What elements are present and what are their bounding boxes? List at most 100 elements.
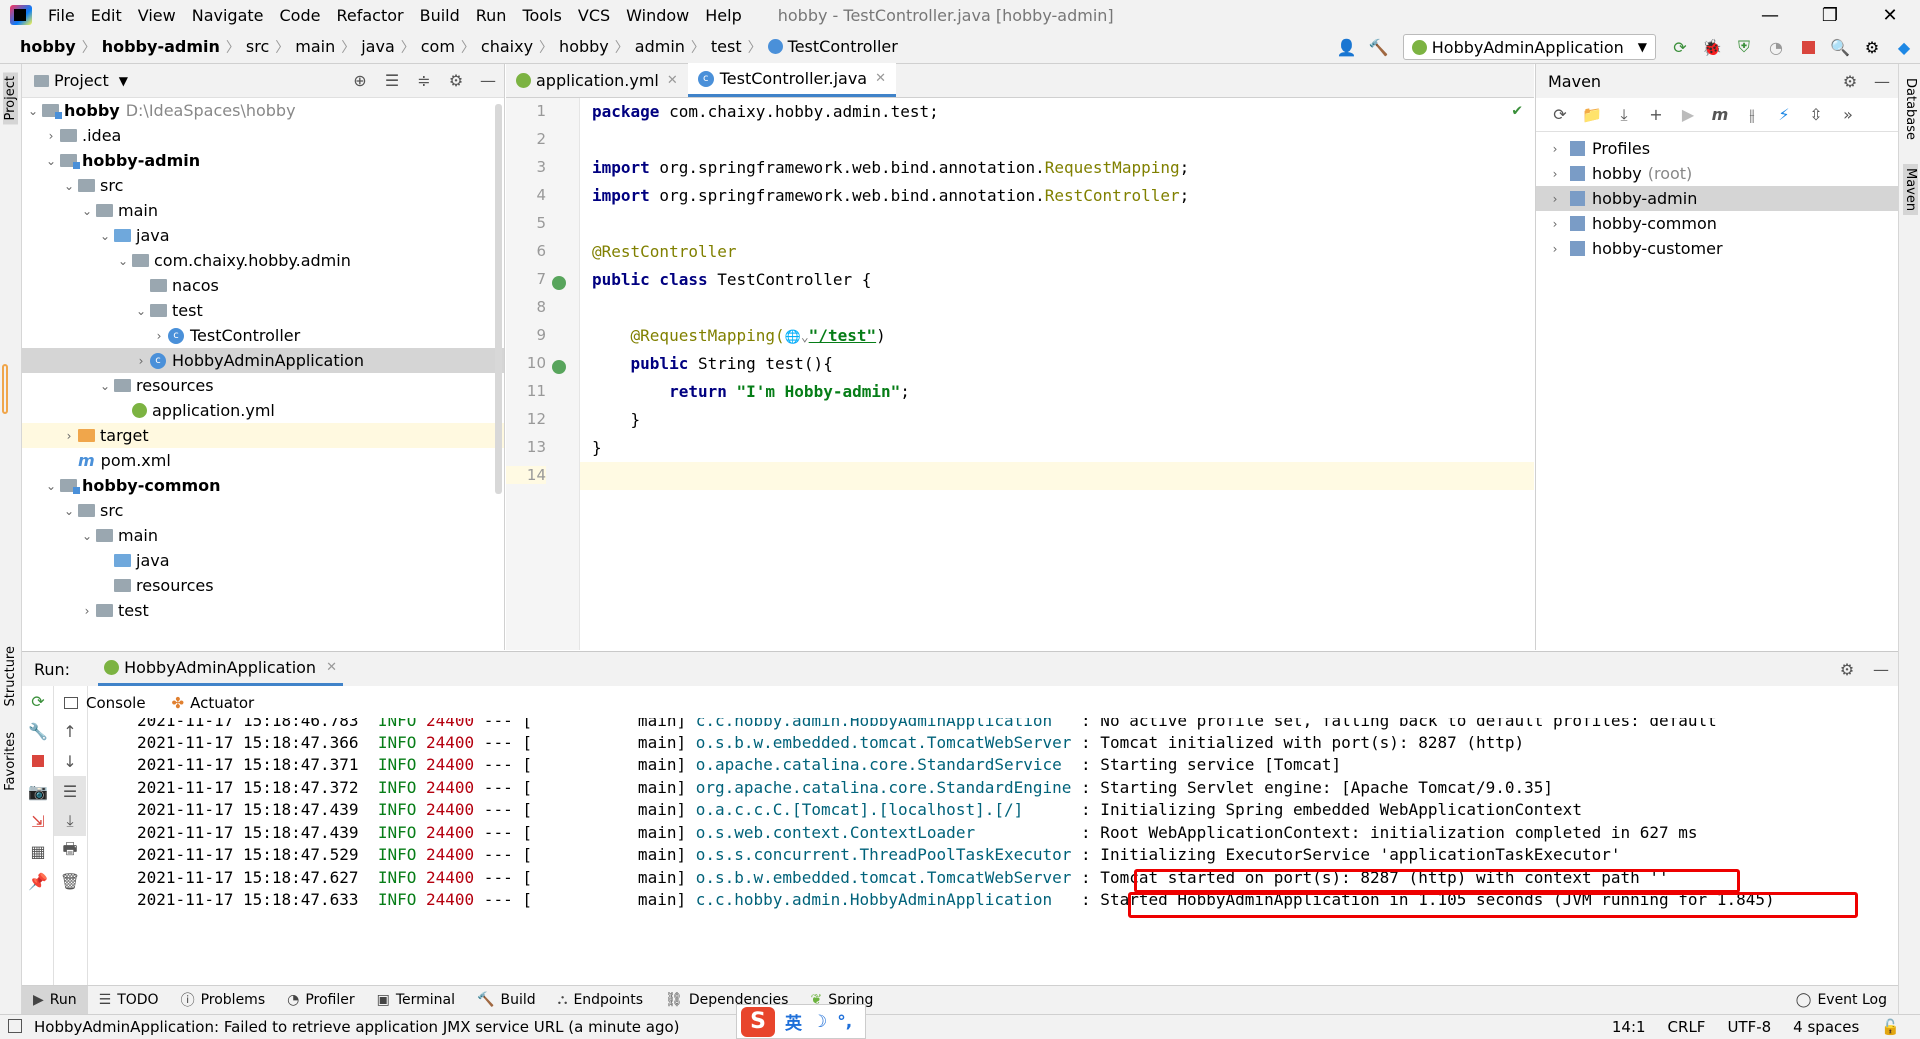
down-arrow-icon[interactable]: ↓ xyxy=(54,746,86,776)
wrench-icon[interactable]: 🔧 xyxy=(22,716,54,746)
favorites-tool-button[interactable]: Favorites xyxy=(3,732,18,791)
breadcrumb-item[interactable]: chaixy xyxy=(475,37,539,56)
rerun-icon[interactable]: ⟳ xyxy=(1666,34,1694,60)
maven-item-hobby[interactable]: › hobby (root) xyxy=(1536,161,1898,186)
breadcrumb-item[interactable]: hobby xyxy=(553,37,615,56)
tab-endpoints[interactable]: ⛬ Endpoints xyxy=(547,992,654,1008)
search-icon[interactable]: 🔍 xyxy=(1826,34,1854,60)
maximize-button[interactable]: ❐ xyxy=(1800,0,1860,30)
input-method-toolbar[interactable]: S 英 ☽ °, xyxy=(736,1004,866,1039)
more-icon[interactable]: » xyxy=(1832,105,1864,124)
tab-run[interactable]: ▶ Run xyxy=(22,985,88,1015)
tree-item-target[interactable]: › target xyxy=(22,423,504,448)
tab-profiler[interactable]: ◔ Profiler xyxy=(276,992,366,1008)
tree-item-hobby-common[interactable]: ⌄ hobby-common xyxy=(22,473,504,498)
menu-run[interactable]: Run xyxy=(468,6,515,25)
moon-icon[interactable]: ☽ xyxy=(812,1012,827,1032)
line-separator[interactable]: CRLF xyxy=(1668,1018,1706,1036)
menu-refactor[interactable]: Refactor xyxy=(328,6,411,25)
reload-icon[interactable]: ⟳ xyxy=(1544,105,1576,124)
tab-problems[interactable]: ⓘ Problems xyxy=(170,990,277,1010)
tab-actuator[interactable]: ✤ Actuator xyxy=(172,694,255,712)
show-dependencies-icon[interactable]: ⇳ xyxy=(1800,105,1832,124)
expand-all-icon[interactable]: ☰ xyxy=(376,71,408,90)
breadcrumb-item[interactable]: com xyxy=(415,37,461,56)
project-panel-title[interactable]: Project xyxy=(54,71,109,90)
menu-help[interactable]: Help xyxy=(697,6,749,25)
maven-goal-icon[interactable]: m xyxy=(1704,105,1736,124)
breadcrumb-item[interactable]: hobby-admin xyxy=(96,37,226,56)
hide-icon[interactable]: — xyxy=(1866,72,1898,91)
tree-item-src[interactable]: ⌄ src xyxy=(22,498,504,523)
breadcrumb-item[interactable]: java xyxy=(355,37,401,56)
punctuation-icon[interactable]: °, xyxy=(837,1012,852,1032)
scrollbar[interactable] xyxy=(495,104,502,494)
tree-item-pom-xml[interactable]: m pom.xml xyxy=(22,448,504,473)
status-message[interactable]: HobbyAdminApplication: Failed to retriev… xyxy=(34,1018,680,1036)
menu-code[interactable]: Code xyxy=(272,6,329,25)
language-indicator[interactable]: 英 xyxy=(785,1009,802,1034)
tree-item-nacos[interactable]: nacos xyxy=(22,273,504,298)
lock-icon[interactable]: 🔓 xyxy=(1881,1018,1900,1036)
menu-build[interactable]: Build xyxy=(412,6,468,25)
menu-navigate[interactable]: Navigate xyxy=(184,6,272,25)
tree-item-java[interactable]: ⌄ java xyxy=(22,223,504,248)
tree-item-hobby[interactable]: ⌄ hobby D:\IdeaSpaces\hobby xyxy=(22,98,504,123)
breadcrumb-item[interactable]: hobby xyxy=(14,37,82,56)
print-icon[interactable]: 🖶 xyxy=(54,836,86,866)
tree-item-hobby-admin[interactable]: ⌄ hobby-admin xyxy=(22,148,504,173)
menu-vcs[interactable]: VCS xyxy=(570,6,618,25)
toggle-offline-icon[interactable]: ⫲ xyxy=(1736,105,1768,125)
tree-item-application-yml[interactable]: application.yml xyxy=(22,398,504,423)
close-icon[interactable]: ✕ xyxy=(326,660,337,675)
menu-file[interactable]: File xyxy=(40,6,83,25)
code-area[interactable]: package com.chaixy.hobby.admin.test; imp… xyxy=(580,98,1534,650)
minimize-button[interactable]: — xyxy=(1740,0,1800,30)
tab-testcontroller-java[interactable]: c TestController.java ✕ xyxy=(687,63,897,97)
project-tool-button[interactable]: Project xyxy=(3,72,18,125)
menu-window[interactable]: Window xyxy=(618,6,697,25)
locate-icon[interactable]: ⊕ xyxy=(344,71,376,90)
maven-item-hobby-common[interactable]: › hobby-common xyxy=(1536,211,1898,236)
settings-gear-icon[interactable]: ⚙ xyxy=(440,71,472,90)
run-tab[interactable]: HobbyAdminApplication ✕ xyxy=(98,652,343,686)
run-configuration-select[interactable]: HobbyAdminApplication ▼ xyxy=(1402,34,1656,60)
build-hammer-icon[interactable]: 🔨 xyxy=(1365,34,1393,60)
tree-item-package[interactable]: ⌄ com.chaixy.hobby.admin xyxy=(22,248,504,273)
tree-item-main[interactable]: ⌄ main xyxy=(22,523,504,548)
run-icon[interactable]: ▶ xyxy=(1672,105,1704,124)
maven-item-profiles[interactable]: › Profiles xyxy=(1536,136,1898,161)
menu-view[interactable]: View xyxy=(130,6,184,25)
settings-gear-icon[interactable]: ⚙ xyxy=(1834,72,1866,91)
tab-application-yml[interactable]: application.yml ✕ xyxy=(506,63,688,97)
menu-tools[interactable]: Tools xyxy=(514,6,569,25)
debug-icon[interactable]: 🐞 xyxy=(1698,34,1726,60)
menu-edit[interactable]: Edit xyxy=(83,6,130,25)
skip-tests-icon[interactable]: ⚡ xyxy=(1768,105,1800,124)
tree-item-hobbyadminapplication[interactable]: › c HobbyAdminApplication xyxy=(22,348,504,373)
plugin-icon[interactable]: ◆ xyxy=(1890,34,1918,60)
generate-sources-icon[interactable]: 📁 xyxy=(1576,105,1608,124)
tab-event-log[interactable]: ◯ Event Log xyxy=(1785,992,1898,1008)
breadcrumb-item-class[interactable]: TestController xyxy=(762,37,904,56)
camera-icon[interactable]: 📷 xyxy=(22,776,54,806)
file-encoding[interactable]: UTF-8 xyxy=(1727,1018,1771,1036)
hide-icon[interactable]: — xyxy=(1864,660,1898,679)
maven-tool-button[interactable]: Maven xyxy=(1903,164,1918,216)
run-gutter-icon[interactable] xyxy=(552,276,566,290)
layout-icon[interactable]: ▦ xyxy=(22,836,54,866)
console-output[interactable]: 2021-11-17 15:18:46.783 INFO 24400 --- [… xyxy=(88,718,1898,986)
tree-item-java[interactable]: java xyxy=(22,548,504,573)
exit-icon[interactable]: ⇲ xyxy=(22,806,54,836)
settings-gear-icon[interactable]: ⚙ xyxy=(1830,660,1864,679)
stop-icon[interactable] xyxy=(1794,34,1822,60)
tree-item-idea[interactable]: › .idea xyxy=(22,123,504,148)
breadcrumb-item[interactable]: src xyxy=(240,37,275,56)
tree-item-testcontroller[interactable]: › c TestController xyxy=(22,323,504,348)
close-button[interactable]: ✕ xyxy=(1860,0,1920,30)
tab-todo[interactable]: ☰ TODO xyxy=(88,992,170,1008)
breadcrumb-item[interactable]: admin xyxy=(629,37,691,56)
tab-build[interactable]: 🔨 Build xyxy=(466,992,547,1008)
stop-icon[interactable] xyxy=(22,746,54,776)
tree-item-test[interactable]: ⌄ test xyxy=(22,298,504,323)
